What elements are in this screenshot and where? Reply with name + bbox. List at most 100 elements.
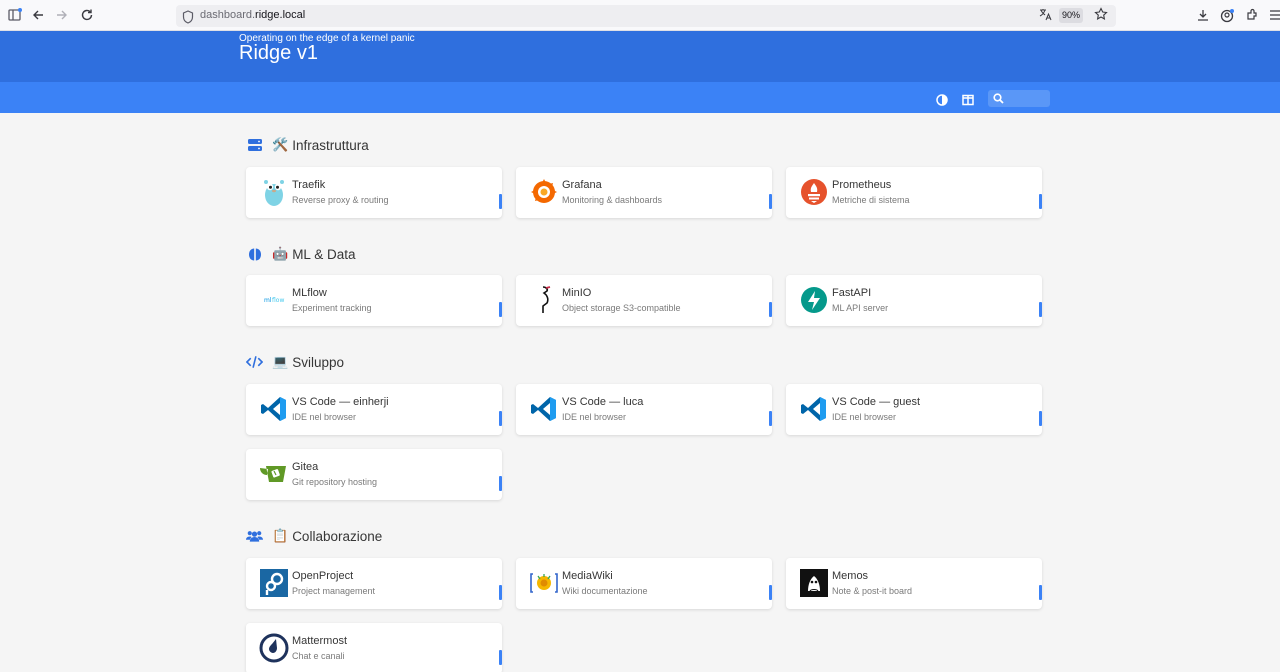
service-card-mediawiki[interactable]: MediaWiki Wiki documentazione [516,558,772,609]
browser-toolbar: dashboard.ridge.local 90% [0,0,1280,31]
group-name: Infrastruttura [292,137,369,153]
site-security-icon[interactable] [182,9,194,24]
service-card-vscode-guest[interactable]: VS Code — guest IDE nel browser [786,384,1042,435]
service-description: Project management [292,586,376,596]
svg-text:ml: ml [264,297,272,304]
status-indicator [1039,302,1042,317]
service-description: Monitoring & dashboards [562,195,663,205]
status-indicator [499,411,502,426]
menu-icon[interactable] [1267,8,1280,24]
service-description: Wiki documentazione [562,586,648,596]
layout-toggle-icon[interactable] [962,91,976,106]
status-indicator [769,411,772,426]
downloads-icon[interactable] [1195,8,1211,24]
service-card-vscode-einherji[interactable]: VS Code — einherji IDE nel browser [246,384,502,435]
search-input[interactable] [988,90,1050,107]
search-icon [993,93,1004,104]
group-title-sviluppo: 💻 Sviluppo [246,352,344,372]
service-card-memos[interactable]: Memos Note & post-it board [786,558,1042,609]
page-title: Ridge v1 [239,42,318,64]
service-name: MediaWiki [562,570,613,582]
service-description: IDE nel browser [832,412,897,422]
group-emoji: 💻 [272,354,289,369]
service-description: Reverse proxy & routing [292,195,389,205]
service-description: Git repository hosting [292,477,378,487]
status-indicator [769,585,772,600]
service-card-vscode-luca[interactable]: VS Code — luca IDE nel browser [516,384,772,435]
service-name: Gitea [292,461,319,473]
address-bar[interactable]: dashboard.ridge.local 90% [176,5,1116,27]
vscode-logo-icon [799,394,829,424]
service-name: Memos [832,570,869,582]
service-description: IDE nel browser [562,412,627,422]
service-name: VS Code — einherji [292,396,389,408]
service-description: Chat e canali [292,651,345,661]
extensions-icon[interactable] [1244,8,1260,24]
server-icon [246,137,263,154]
group-emoji: 🛠️ [272,137,289,152]
service-description: Metriche di sistema [832,195,910,205]
service-card-mattermost[interactable]: Mattermost Chat e canali [246,623,502,672]
group-name: Collaborazione [292,528,383,544]
service-card-fastapi[interactable]: FastAPI ML API server [786,275,1042,326]
mediawiki-logo-icon [529,568,559,598]
service-card-openproject[interactable]: OpenProject Project management [246,558,502,609]
service-card-prometheus[interactable]: Prometheus Metriche di sistema [786,167,1042,218]
group-title-ml-data: 🤖 ML & Data [246,244,355,264]
brain-icon [246,246,263,263]
service-name: Traefik [292,179,326,191]
forward-icon[interactable] [54,8,70,24]
svg-text:flow: flow [272,297,284,304]
bookmark-star-icon[interactable] [1094,7,1108,25]
group-title-collaborazione: 📋 Collaborazione [246,526,382,546]
openproject-logo-icon [259,568,289,598]
service-description: Object storage S3-compatible [562,303,681,313]
group-title-infrastruttura: 🛠️ Infrastruttura [246,135,369,155]
fastapi-logo-icon [799,285,829,315]
service-name: FastAPI [832,287,872,299]
group-name: Sviluppo [292,354,344,370]
mlflow-logo-icon: ml flow [259,285,289,315]
service-name: Prometheus [832,179,892,191]
service-description: Note & post-it board [832,586,913,596]
dashboard-navbar [0,82,1280,113]
service-description: IDE nel browser [292,412,357,422]
translate-icon[interactable] [1039,8,1052,24]
url-text[interactable]: dashboard.ridge.local [200,9,305,21]
group-emoji: 📋 [272,528,289,543]
prometheus-logo-icon [799,177,829,207]
status-indicator [1039,194,1042,209]
service-name: VS Code — luca [562,396,644,408]
service-name: Grafana [562,179,602,191]
status-indicator [499,194,502,209]
memos-logo-icon [799,568,829,598]
reload-icon[interactable] [79,8,95,24]
sidebar-toggle-icon[interactable] [7,8,23,24]
service-card-gitea[interactable]: Gitea Git repository hosting [246,449,502,500]
code-icon [246,354,263,371]
service-name: Mattermost [292,635,348,647]
service-card-minio[interactable]: MinIO Object storage S3-compatible [516,275,772,326]
back-icon[interactable] [30,8,46,24]
zoom-level-button[interactable]: 90% [1059,8,1083,23]
service-description: Experiment tracking [292,303,372,313]
status-indicator [769,194,772,209]
service-card-traefik[interactable]: Traefik Reverse proxy & routing [246,167,502,218]
gitea-logo-icon [259,459,289,489]
status-indicator [769,302,772,317]
status-indicator [499,650,502,665]
service-card-grafana[interactable]: Grafana Monitoring & dashboards [516,167,772,218]
vscode-logo-icon [529,394,559,424]
status-indicator [1039,585,1042,600]
service-name: MinIO [562,287,592,299]
service-card-mlflow[interactable]: ml flow MLflow Experiment tracking [246,275,502,326]
mattermost-logo-icon [259,633,289,663]
service-description: ML API server [832,303,889,313]
account-icon[interactable] [1219,8,1235,24]
traefik-logo-icon [259,177,289,207]
theme-toggle-icon[interactable] [936,91,950,106]
minio-logo-icon [529,285,559,315]
service-name: MLflow [292,287,327,299]
users-icon [246,528,263,545]
group-name: ML & Data [292,246,356,262]
